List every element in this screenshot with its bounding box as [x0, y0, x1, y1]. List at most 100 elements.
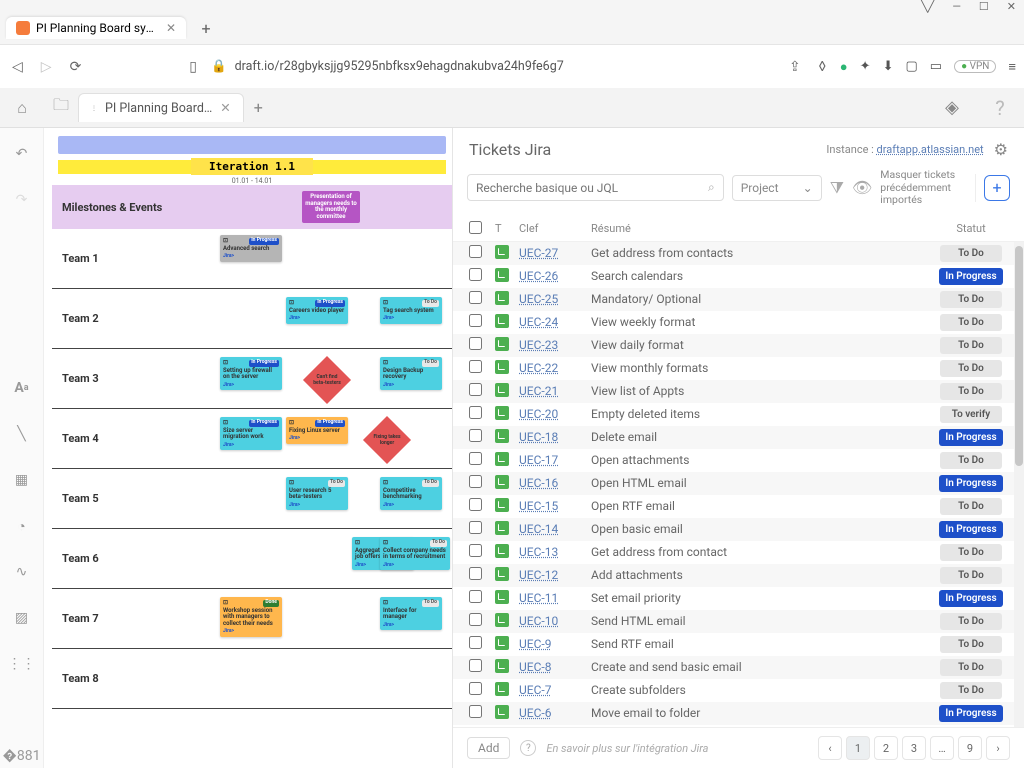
ticket-key-link[interactable]: UEC-11 [519, 591, 558, 605]
page-next-button[interactable]: › [986, 736, 1010, 760]
filter-icon[interactable]: ⧩ [830, 178, 844, 198]
risk-diamond[interactable]: Can't find beta-testers [303, 356, 351, 404]
new-tab-button[interactable]: + [194, 19, 218, 38]
panel-settings-icon[interactable]: ⚙ [994, 140, 1008, 159]
project-select[interactable]: Project ⌄ [732, 175, 822, 201]
instance-link[interactable]: draftapp.atlassian.net [877, 143, 984, 156]
ticket-key-link[interactable]: UEC-20 [519, 407, 558, 421]
vpn-badge[interactable]: ● VPN [954, 60, 996, 73]
ticket-checkbox[interactable] [469, 636, 482, 649]
story-card[interactable]: ⊡In ProgressFixing Linux serverJira> [286, 417, 348, 444]
ticket-row[interactable]: UEC-10 Send HTML email To Do [453, 610, 1024, 633]
ticket-row[interactable]: UEC-20 Empty deleted items To verify [453, 403, 1024, 426]
ticket-checkbox[interactable] [469, 314, 482, 327]
planning-board-canvas[interactable]: Iteration 1.1 01.01 - 14.01 Milestones &… [44, 128, 452, 768]
nav-forward-icon[interactable]: ▷ [37, 55, 56, 79]
window-close-icon[interactable]: ✕ [1007, 0, 1016, 13]
ticket-row[interactable]: UEC-22 View monthly formats To Do [453, 357, 1024, 380]
text-tool-icon[interactable]: Aa [10, 376, 34, 400]
ticket-checkbox[interactable] [469, 429, 482, 442]
ticket-key-link[interactable]: UEC-22 [519, 361, 558, 375]
ticket-key-link[interactable]: UEC-12 [519, 568, 558, 582]
page-button[interactable]: 9 [958, 736, 982, 760]
story-card[interactable]: ⊡To DoDesign Backup recoveryJira> [380, 357, 442, 390]
mask-tickets-label[interactable]: Masquer tickets précédemment importés [880, 169, 967, 207]
ticket-key-link[interactable]: UEC-23 [519, 338, 558, 352]
ticket-checkbox[interactable] [469, 291, 482, 304]
shape-tool-icon[interactable]: ◔ [10, 514, 34, 538]
ticket-row[interactable]: UEC-27 Get address from contacts To Do [453, 242, 1024, 265]
ticket-checkbox[interactable] [469, 337, 482, 350]
ticket-row[interactable]: UEC-15 Open RTF email To Do [453, 495, 1024, 518]
download-icon[interactable]: ⬇ [883, 59, 894, 74]
ticket-key-link[interactable]: UEC-13 [519, 545, 558, 559]
window-maximize-icon[interactable]: ☐ [979, 0, 989, 13]
bookmark-icon[interactable]: ▯ [185, 55, 201, 79]
extension-dot-icon[interactable]: ● [840, 59, 848, 75]
grid-tool-icon[interactable]: ⋮⋮ [10, 652, 34, 676]
table-tool-icon[interactable]: ▦ [10, 468, 34, 492]
scribble-tool-icon[interactable]: ∿ [10, 560, 34, 584]
select-all-checkbox[interactable] [469, 221, 482, 234]
undo-icon[interactable]: ↶ [10, 142, 34, 166]
shield-icon[interactable]: ◊ [815, 55, 830, 79]
document-tab[interactable]: ⋮ PI Planning Board… ✕ [78, 93, 244, 122]
ticket-key-link[interactable]: UEC-26 [519, 269, 558, 283]
add-ticket-button[interactable]: + [984, 175, 1010, 201]
ticket-row[interactable]: UEC-24 View weekly format To Do [453, 311, 1024, 334]
ticket-row[interactable]: UEC-17 Open attachments To Do [453, 449, 1024, 472]
browser-tab[interactable]: PI Planning Board synced with Ji… ✕ [6, 17, 186, 39]
ticket-row[interactable]: UEC-12 Add attachments To Do [453, 564, 1024, 587]
ticket-key-link[interactable]: UEC-18 [519, 430, 558, 444]
doc-tab-close-icon[interactable]: ✕ [220, 100, 230, 116]
ticket-row[interactable]: UEC-5 Search Subfolders To Do [453, 725, 1024, 727]
ticket-checkbox[interactable] [469, 245, 482, 258]
footer-help-icon[interactable]: ? [520, 740, 536, 756]
search-field[interactable] [476, 181, 708, 195]
ticket-checkbox[interactable] [469, 659, 482, 672]
ticket-checkbox[interactable] [469, 268, 482, 281]
window-minimize-icon[interactable]: ╲╱ [921, 0, 934, 13]
ticket-checkbox[interactable] [469, 360, 482, 373]
story-card[interactable]: ⊡To DoCollect company needs in terms of … [380, 537, 450, 570]
story-card[interactable]: ⊡To DoCompetitive benchmarkingJira> [380, 477, 442, 510]
ticket-key-link[interactable]: UEC-7 [519, 683, 551, 697]
ticket-key-link[interactable]: UEC-10 [519, 614, 558, 628]
ticket-checkbox[interactable] [469, 590, 482, 603]
ticket-key-link[interactable]: UEC-15 [519, 499, 558, 513]
ticket-key-link[interactable]: UEC-21 [519, 384, 558, 398]
ticket-row[interactable]: UEC-16 Open HTML email In Progress [453, 472, 1024, 495]
ticket-checkbox[interactable] [469, 705, 482, 718]
story-card[interactable]: ⊡To DoInterface for managerJira> [380, 597, 442, 630]
ticket-row[interactable]: UEC-23 View daily format To Do [453, 334, 1024, 357]
ticket-key-link[interactable]: UEC-25 [519, 292, 558, 306]
story-card[interactable]: ⊡In ProgressSize server migration workJi… [220, 417, 282, 450]
image-tool-icon[interactable]: ▨ [10, 606, 34, 630]
add-button[interactable]: Add [467, 737, 510, 759]
scrollbar-track[interactable] [1014, 242, 1024, 727]
ticket-key-link[interactable]: UEC-8 [519, 660, 551, 674]
ticket-checkbox[interactable] [469, 682, 482, 695]
ticket-checkbox[interactable] [469, 475, 482, 488]
search-input[interactable]: ⌕ [467, 174, 724, 201]
ticket-row[interactable]: UEC-14 Open basic email In Progress [453, 518, 1024, 541]
eye-icon[interactable]: 👁 [852, 178, 872, 197]
window-line-icon[interactable]: — [952, 0, 961, 13]
story-card[interactable]: ⊡To DoTag search systemJira> [380, 297, 442, 324]
ticket-key-link[interactable]: UEC-9 [519, 637, 551, 651]
new-doc-tab-button[interactable]: + [254, 98, 263, 117]
ticket-key-link[interactable]: UEC-16 [519, 476, 558, 490]
ticket-list[interactable]: UEC-27 Get address from contacts To Do U… [453, 242, 1024, 727]
ticket-key-link[interactable]: UEC-14 [519, 522, 558, 536]
page-button[interactable]: 3 [902, 736, 926, 760]
menu-icon[interactable]: ≡ [1008, 59, 1016, 75]
page-prev-button[interactable]: ‹ [818, 736, 842, 760]
search-icon[interactable]: ⌕ [708, 180, 715, 195]
ticket-key-link[interactable]: UEC-6 [519, 706, 551, 720]
share-icon[interactable]: ⇪ [785, 55, 805, 79]
panel-icon[interactable]: ▢ [905, 59, 917, 74]
ticket-checkbox[interactable] [469, 521, 482, 534]
ticket-row[interactable]: UEC-18 Delete email In Progress [453, 426, 1024, 449]
ticket-checkbox[interactable] [469, 567, 482, 580]
page-button[interactable]: 1 [846, 736, 870, 760]
